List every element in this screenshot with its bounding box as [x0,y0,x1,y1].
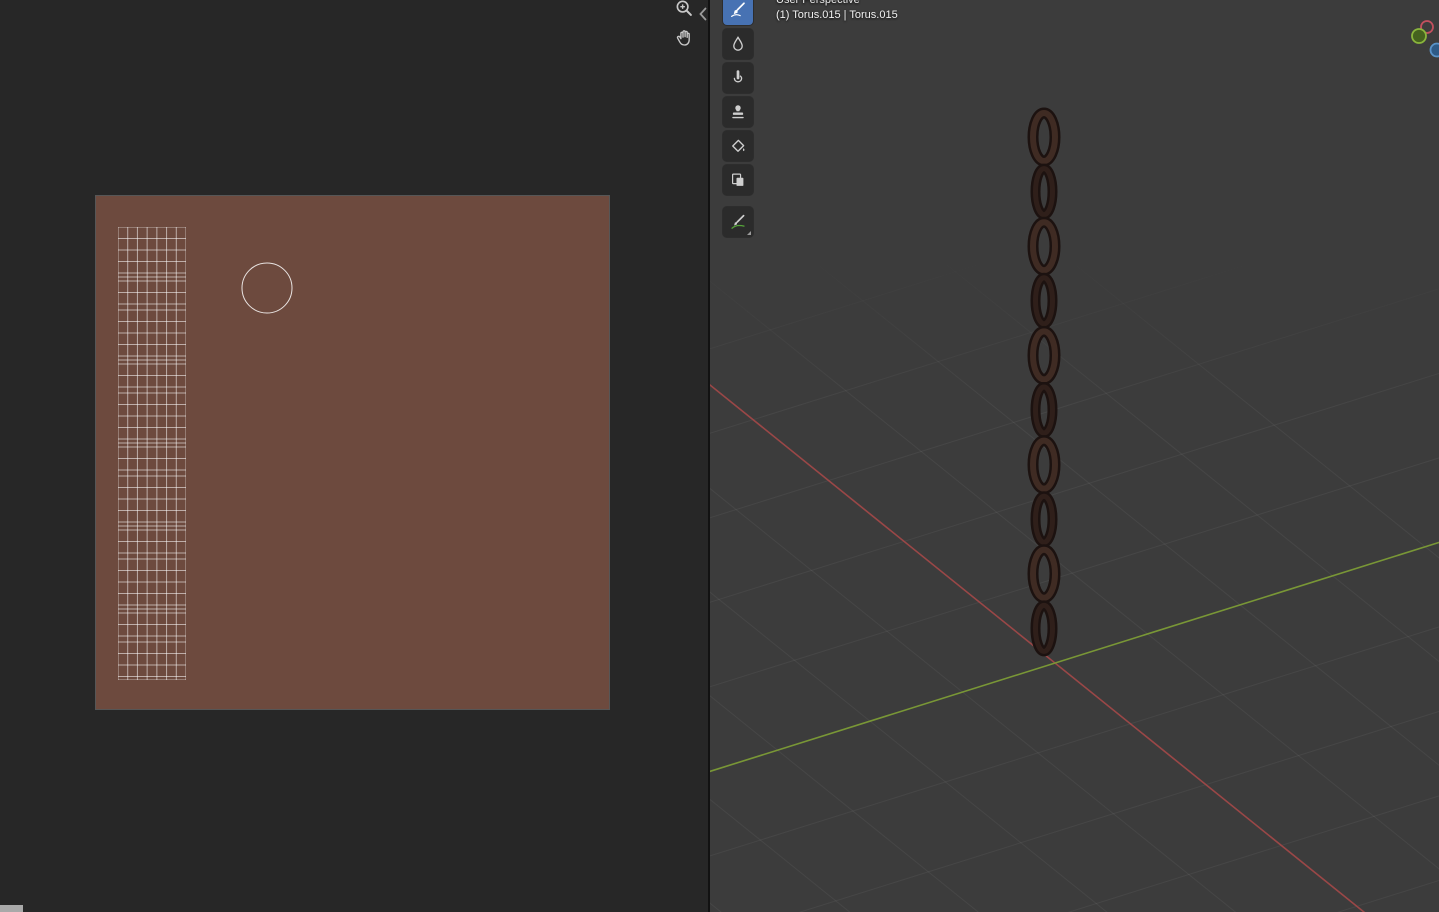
paintbrush-icon [731,2,745,17]
viewport-header: User Perspective (1) Torus.015 | Torus.0… [776,0,898,23]
viewport-toolbar [723,0,753,237]
smear-finger-icon [733,70,743,83]
chevron-left-icon [699,7,707,21]
tool-fill-button[interactable] [723,131,753,161]
stamp-icon [732,105,744,119]
active-object-label: (1) Torus.015 | Torus.015 [776,9,898,21]
uv-grid-overlay [118,227,186,680]
droplet-icon [733,36,743,51]
axis-lines [710,383,1439,912]
paint-bucket-icon [732,139,745,152]
magnifier-plus-icon [676,0,692,16]
mask-layers-icon [732,173,744,186]
viewport-3d-pane: User Perspective (1) Torus.015 | Torus.0… [710,0,1439,912]
view-perspective-label: User Perspective [776,0,860,6]
tool-smear-button[interactable] [723,63,753,93]
blender-window: User Perspective (1) Torus.015 | Torus.0… [0,0,1439,912]
hand-icon [676,30,690,46]
tool-mask-button[interactable] [723,165,753,195]
image-editor-overlay-tools [674,0,694,47]
navigation-gizmo[interactable] [1404,16,1439,60]
tool-soften-button[interactable] [723,29,753,59]
gizmo-y-axis[interactable] [1411,28,1427,44]
paint-canvas[interactable] [95,195,610,710]
annotate-pen-icon [731,214,745,229]
pan-button[interactable] [674,27,694,47]
flyout-corner-icon [747,231,751,235]
bottom-corner-panel [0,905,23,912]
image-editor-pane [0,0,708,912]
tool-draw-button[interactable] [723,0,753,25]
tool-clone-button[interactable] [723,97,753,127]
collapse-region-button[interactable] [696,6,708,22]
chain-object[interactable] [1027,107,1061,657]
zoom-button[interactable] [674,0,694,18]
gizmo-z-axis[interactable] [1429,42,1439,58]
floor-grid [710,0,1439,912]
scene-3d-view[interactable] [710,0,1439,912]
tool-annotate-button[interactable] [723,207,753,237]
brush-cursor [241,262,293,314]
